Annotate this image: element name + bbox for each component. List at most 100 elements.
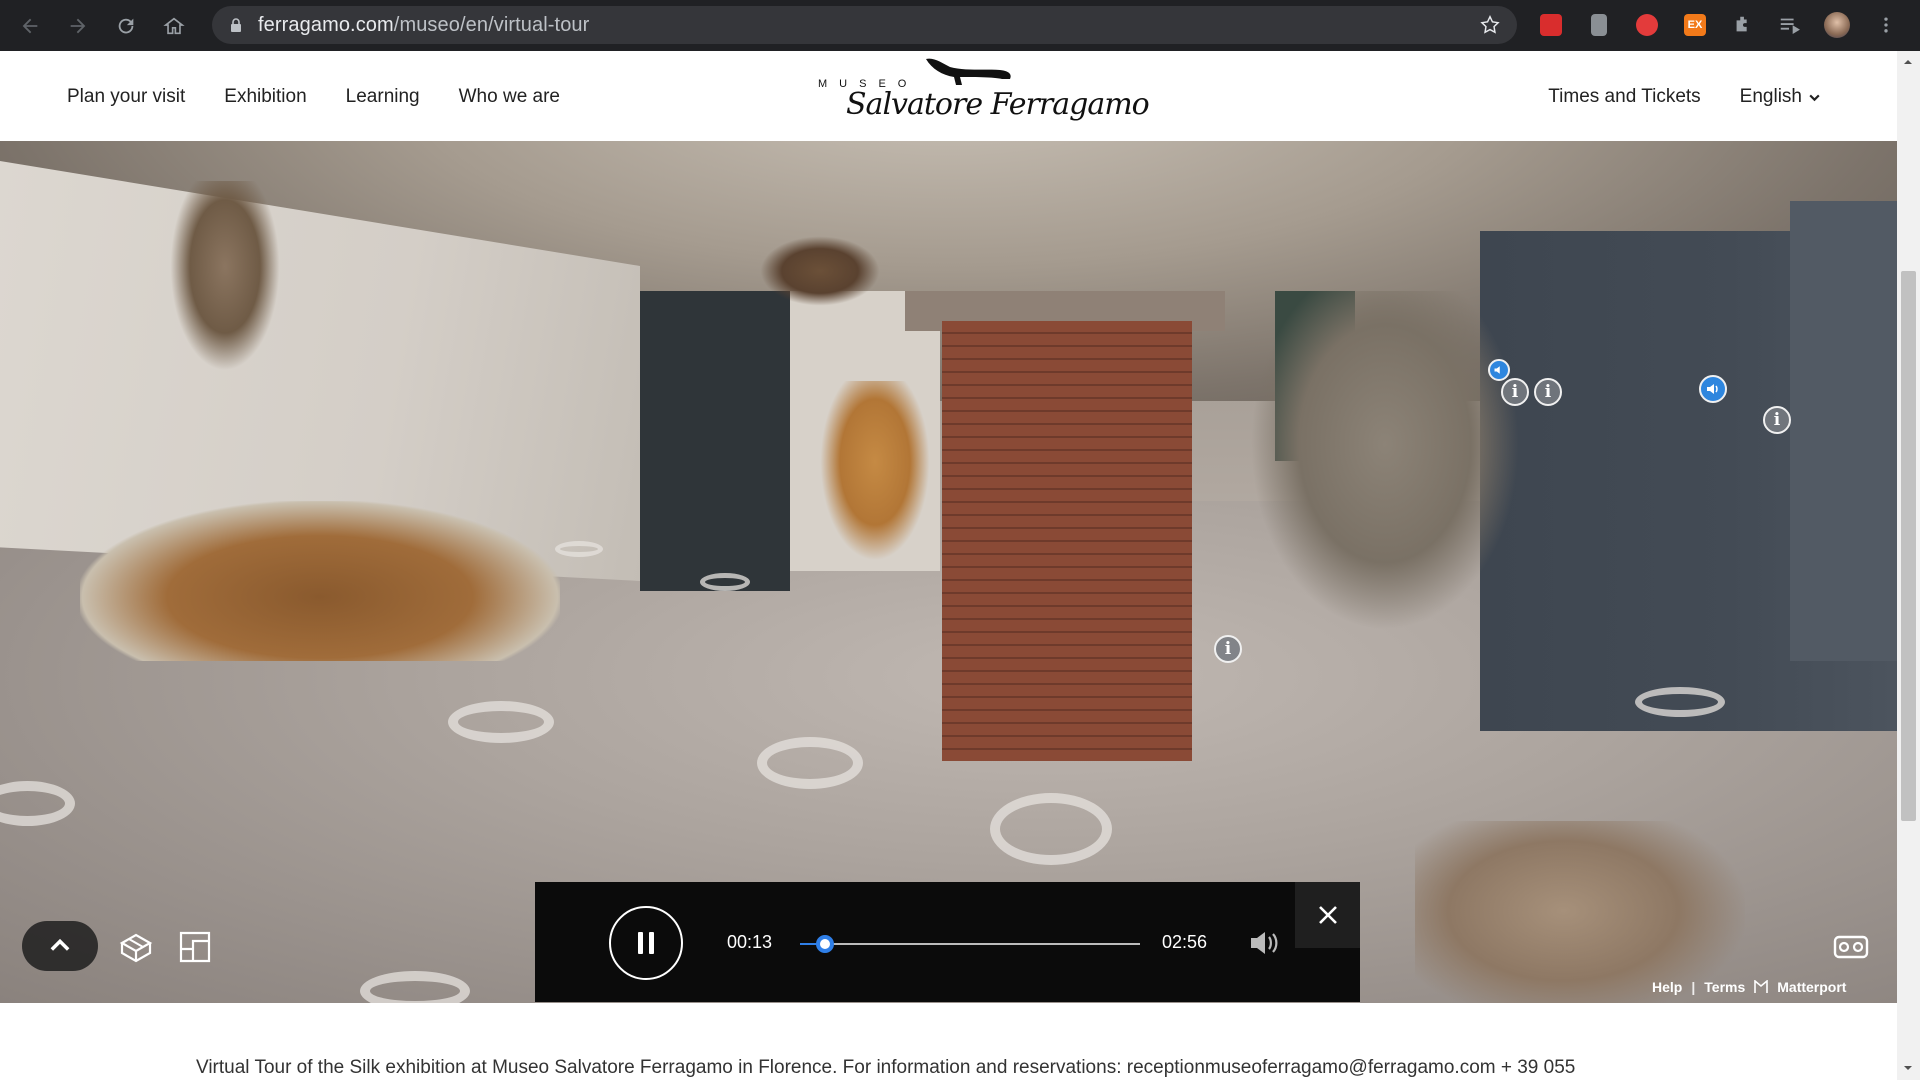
back-icon (22, 18, 38, 33)
audio-hotspot[interactable] (1488, 359, 1510, 381)
back-button[interactable] (12, 8, 48, 44)
nav-who-we-are[interactable]: Who we are (459, 86, 560, 108)
extension-ex[interactable]: EX (1681, 11, 1709, 39)
museum-logo[interactable]: MUSEO Salvatore Ferragamo (816, 55, 1150, 137)
navigation-ring[interactable] (757, 737, 863, 789)
progress-knob[interactable] (816, 935, 835, 953)
pause-button[interactable] (609, 906, 683, 980)
url-text: ferragamo.com/museo/en/virtual-tour (258, 14, 589, 37)
kebab-menu-icon (1884, 17, 1888, 33)
close-icon (1318, 906, 1337, 924)
lock-icon (231, 18, 241, 32)
virtual-tour-viewer[interactable]: i i i i Help | Terms Matterport (0, 141, 1897, 1003)
text-panel (1790, 201, 1897, 661)
logo-script-text: Salvatore Ferragamo (846, 87, 1150, 122)
nav-exhibition[interactable]: Exhibition (224, 86, 306, 108)
browser-toolbar: ferragamo.com/museo/en/virtual-tour EX (0, 0, 1920, 51)
secondary-nav: Times and Tickets English (1548, 86, 1821, 108)
info-icon: i (1224, 639, 1232, 659)
main-nav: Plan your visit Exhibition Learning Who … (67, 86, 560, 108)
scroll-up-arrow-icon[interactable] (1903, 57, 1913, 67)
extension-red-play[interactable] (1537, 11, 1565, 39)
matterport-logo-icon (1754, 980, 1769, 993)
nav-learning[interactable]: Learning (346, 86, 420, 108)
link-separator: | (1691, 979, 1696, 995)
star-icon[interactable] (1479, 14, 1501, 36)
language-selector[interactable]: English (1740, 86, 1821, 108)
audio-hotspot[interactable] (1699, 375, 1727, 403)
address-bar[interactable]: ferragamo.com/museo/en/virtual-tour (212, 6, 1517, 44)
navigation-ring[interactable] (555, 541, 603, 557)
red-play-icon (1540, 14, 1562, 36)
document-icon (1591, 14, 1607, 36)
shoe-logo-icon (926, 58, 1011, 85)
extension-doc[interactable] (1585, 11, 1613, 39)
reload-icon (118, 18, 134, 33)
browser-menu-button[interactable] (1872, 11, 1900, 39)
audio-hotspot-icon (1707, 384, 1718, 394)
tour-toggle-button[interactable] (22, 921, 98, 971)
puzzle-icon (1736, 16, 1747, 32)
terms-link[interactable]: Terms (1704, 979, 1745, 995)
info-hotspot[interactable]: i (1763, 406, 1791, 434)
extensions-button[interactable] (1729, 11, 1757, 39)
times-and-tickets-link[interactable]: Times and Tickets (1548, 86, 1700, 108)
navigation-ring[interactable] (360, 971, 470, 1003)
forward-button[interactable] (60, 8, 96, 44)
home-button[interactable] (156, 8, 192, 44)
info-hotspot[interactable]: i (1501, 378, 1529, 406)
navigation-ring[interactable] (700, 573, 750, 591)
info-hotspot[interactable]: i (1534, 378, 1562, 406)
chevron-up-icon (50, 938, 70, 951)
language-label: English (1739, 86, 1802, 107)
info-hotspot[interactable]: i (1214, 635, 1242, 663)
site-header: Plan your visit Exhibition Learning Who … (0, 51, 1897, 141)
scrollbar-thumb[interactable] (1901, 271, 1916, 821)
tiger-specimen (820, 381, 930, 561)
info-icon: i (1544, 382, 1552, 402)
reload-button[interactable] (108, 8, 144, 44)
current-time: 00:13 (727, 932, 773, 952)
url-domain: ferragamo.com (258, 13, 394, 36)
chevron-down-icon (1809, 94, 1820, 101)
profile-avatar[interactable] (1823, 11, 1851, 39)
navigation-ring[interactable] (990, 793, 1112, 865)
audio-hotspot-icon (1494, 366, 1500, 374)
extension-hand[interactable] (1633, 11, 1661, 39)
url-path: /museo/en/virtual-tour (393, 13, 590, 36)
bear-specimen (1415, 821, 1745, 1003)
scroll-down-arrow-icon[interactable] (1903, 1063, 1913, 1073)
page-scrollbar[interactable] (1897, 51, 1920, 1080)
info-icon: i (1773, 410, 1781, 430)
audio-player: 00:13 02:56 (535, 882, 1360, 1002)
viewer-footer-links: Help | Terms Matterport (1652, 979, 1846, 995)
nav-plan-your-visit[interactable]: Plan your visit (67, 86, 185, 108)
home-icon (163, 17, 185, 34)
ex-badge-icon: EX (1684, 14, 1706, 36)
playlist-icon (1780, 18, 1800, 34)
navigation-ring[interactable] (448, 701, 554, 743)
forward-icon (70, 18, 86, 33)
navigation-ring[interactable] (1635, 687, 1725, 717)
volume-icon[interactable] (1247, 926, 1281, 960)
pause-icon (638, 932, 643, 954)
tour-caption: Virtual Tour of the Silk exhibition at M… (196, 1057, 1576, 1078)
dollhouse-icon[interactable] (118, 929, 154, 965)
help-link[interactable]: Help (1652, 979, 1682, 995)
bird-specimen (170, 181, 280, 371)
hand-stop-icon (1636, 14, 1658, 36)
pause-icon-bar (649, 932, 654, 954)
rhino-specimen (1250, 291, 1520, 631)
vr-headset-icon[interactable] (1833, 933, 1869, 961)
matterport-link[interactable]: Matterport (1777, 979, 1846, 995)
stingray-specimen (80, 501, 560, 661)
reading-list-button[interactable] (1775, 11, 1803, 39)
info-icon: i (1511, 382, 1519, 402)
eagle-specimen (760, 236, 880, 306)
total-time: 02:56 (1162, 932, 1208, 952)
floorplan-icon[interactable] (177, 929, 213, 965)
brick-pillar (942, 321, 1192, 761)
close-player-button[interactable] (1295, 882, 1360, 948)
avatar (1824, 12, 1850, 38)
progress-track[interactable] (800, 943, 1140, 945)
